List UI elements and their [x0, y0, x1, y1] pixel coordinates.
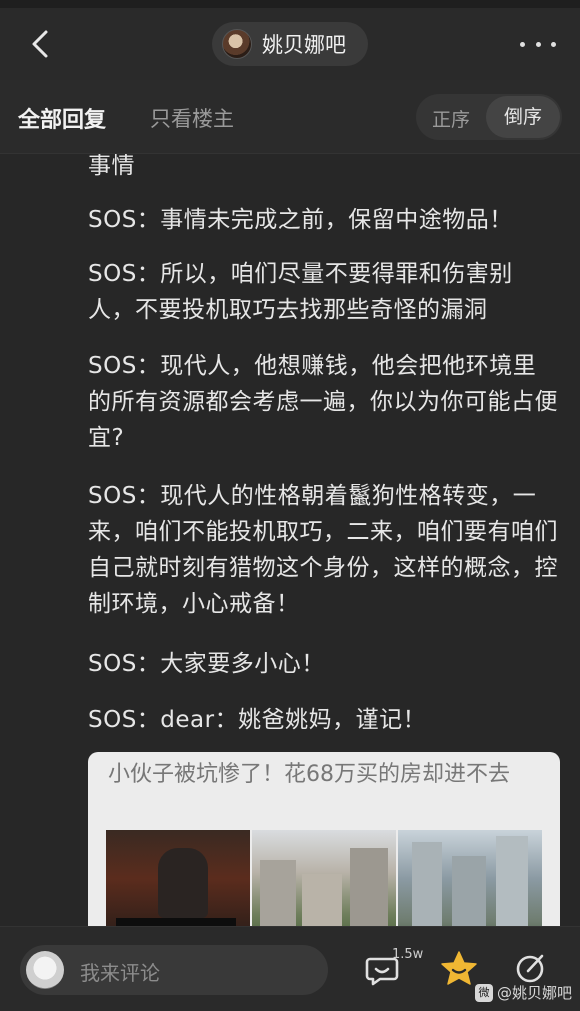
more-options-button[interactable] [520, 34, 556, 54]
sort-asc-button[interactable]: 正序 [432, 105, 470, 132]
comment-placeholder: 我来评论 [80, 961, 160, 985]
forum-avatar [222, 29, 252, 59]
card-thumbnail-image [398, 830, 542, 926]
post-paragraph: SOS：现代人的性格朝着鬣狗性格转变，一来，咱们不能投机取巧，二来，咱们要有咱们… [88, 483, 558, 617]
post-content: 事情 SOS：事情未完成之前，保留中途物品！ SOS：所以，咱们尽量不要得罪和伤… [0, 154, 580, 926]
post-paragraph: SOS：现代人，他想赚钱，他会把他环境里的所有资源都会考虑一遍，你以为你可能占便… [88, 353, 558, 451]
forum-pill-button[interactable]: 姚贝娜吧 [212, 22, 368, 66]
tv-caption-strip [116, 918, 236, 926]
star-icon[interactable] [440, 949, 478, 987]
top-navbar: 姚贝娜吧 [0, 8, 580, 80]
watermark-text: @姚贝娜吧 [496, 984, 572, 1002]
post-paragraph: SOS：所以，咱们尽量不要得罪和伤害别人，不要投机取巧去找那些奇怪的漏洞 [88, 261, 513, 323]
reply-count: 1.5w [392, 947, 424, 962]
reply-filter-bar: 全部回复 只看楼主 正序 倒序 [0, 80, 580, 154]
tab-all-replies[interactable]: 全部回复 [18, 102, 106, 134]
chevron-left-icon [32, 30, 48, 58]
avatar [26, 951, 64, 989]
sort-desc-button[interactable]: 倒序 [486, 96, 560, 138]
sort-toggle: 正序 倒序 [416, 94, 562, 140]
more-dots-icon [520, 41, 525, 47]
link-card-title: 小伙子被坑惨了！花68万买的房却进不去 [108, 762, 510, 787]
forum-name: 姚贝娜吧 [262, 33, 346, 57]
watermark: 微 @姚贝娜吧 [474, 982, 572, 1003]
card-thumbnail-image [106, 830, 250, 926]
bottom-action-bar: 我来评论 1.5w 微 @姚贝娜吧 [0, 926, 580, 1011]
post-paragraph: SOS：dear：姚爸姚妈，谨记！ [88, 707, 427, 733]
back-button[interactable] [24, 26, 60, 62]
card-thumbnail-image [252, 830, 396, 926]
person-figure [158, 848, 208, 918]
tab-owner-only[interactable]: 只看楼主 [150, 103, 234, 133]
edit-icon[interactable] [514, 951, 548, 985]
link-card[interactable]: 小伙子被坑惨了！花68万买的房却进不去 [88, 752, 560, 926]
post-paragraph: 事情 [88, 154, 135, 179]
comment-input[interactable]: 我来评论 [20, 945, 328, 995]
post-paragraph: SOS：大家要多小心！ [88, 651, 325, 677]
post-paragraph: SOS：事情未完成之前，保留中途物品！ [88, 207, 513, 233]
status-bar [0, 0, 580, 8]
weibo-logo-icon: 微 [474, 983, 493, 1002]
